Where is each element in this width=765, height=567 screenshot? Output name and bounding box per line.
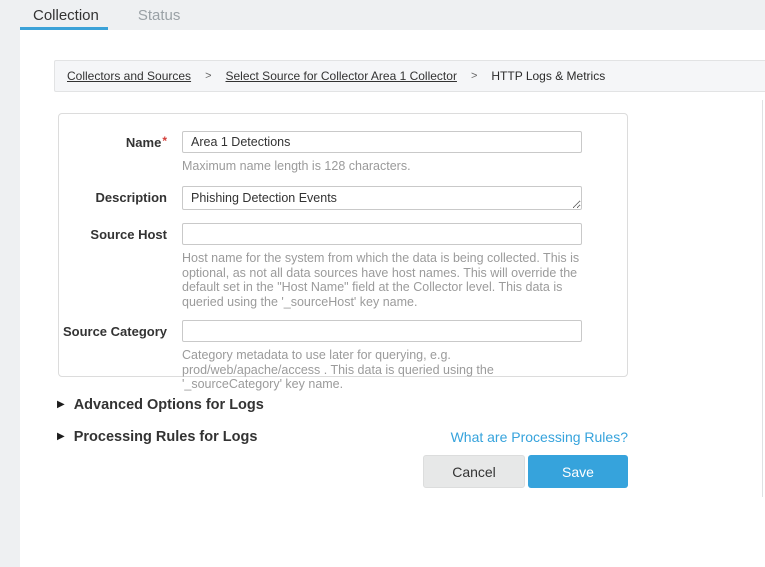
tab-status[interactable]: Status xyxy=(138,7,181,24)
breadcrumb-current-page: HTTP Logs & Metrics xyxy=(491,69,605,83)
source-category-input[interactable] xyxy=(182,320,582,342)
source-category-row: Source Category Category metadata to use… xyxy=(59,320,627,392)
source-host-row: Source Host Host name for the system fro… xyxy=(59,223,627,310)
name-help-text: Maximum name length is 128 characters. xyxy=(182,159,582,174)
advanced-options-label: Advanced Options for Logs xyxy=(74,397,264,413)
advanced-options-expander[interactable]: ▶ Advanced Options for Logs xyxy=(57,397,628,413)
source-host-input[interactable] xyxy=(182,223,582,245)
name-label-text: Name xyxy=(126,135,161,150)
breadcrumb-collectors-and-sources[interactable]: Collectors and Sources xyxy=(67,69,191,83)
source-category-label: Source Category xyxy=(59,320,167,392)
source-host-help-text: Host name for the system from which the … xyxy=(182,251,582,310)
processing-rules-label[interactable]: Processing Rules for Logs xyxy=(74,429,258,445)
source-host-label: Source Host xyxy=(59,223,167,310)
required-asterisk: * xyxy=(162,134,167,148)
save-button[interactable]: Save xyxy=(528,455,628,488)
description-textarea[interactable]: Phishing Detection Events xyxy=(182,186,582,210)
tab-collection[interactable]: Collection xyxy=(33,7,99,24)
breadcrumb-separator: > xyxy=(471,70,477,82)
breadcrumb-separator: > xyxy=(205,70,211,82)
description-row: Description Phishing Detection Events xyxy=(59,186,627,215)
content-panel: Collectors and Sources > Select Source f… xyxy=(20,30,765,567)
caret-right-icon[interactable]: ▶ xyxy=(57,432,65,442)
caret-right-icon: ▶ xyxy=(57,400,65,410)
description-label: Description xyxy=(59,186,167,215)
page: Collection Status Collectors and Sources… xyxy=(0,0,765,567)
name-input[interactable] xyxy=(182,131,582,153)
breadcrumb: Collectors and Sources > Select Source f… xyxy=(54,60,765,92)
tab-bar: Collection Status xyxy=(0,0,765,30)
source-category-help-text: Category metadata to use later for query… xyxy=(182,348,582,392)
action-button-row: Cancel Save xyxy=(20,455,628,488)
name-label: Name* xyxy=(59,131,167,174)
source-config-card: Name* Maximum name length is 128 charact… xyxy=(58,113,628,377)
processing-rules-row: ▶ Processing Rules for Logs What are Pro… xyxy=(57,429,628,445)
what-are-processing-rules-link[interactable]: What are Processing Rules? xyxy=(451,429,628,445)
name-row: Name* Maximum name length is 128 charact… xyxy=(59,131,627,174)
panel-edge-divider xyxy=(762,100,763,497)
breadcrumb-select-source[interactable]: Select Source for Collector Area 1 Colle… xyxy=(226,69,457,83)
cancel-button[interactable]: Cancel xyxy=(423,455,525,488)
